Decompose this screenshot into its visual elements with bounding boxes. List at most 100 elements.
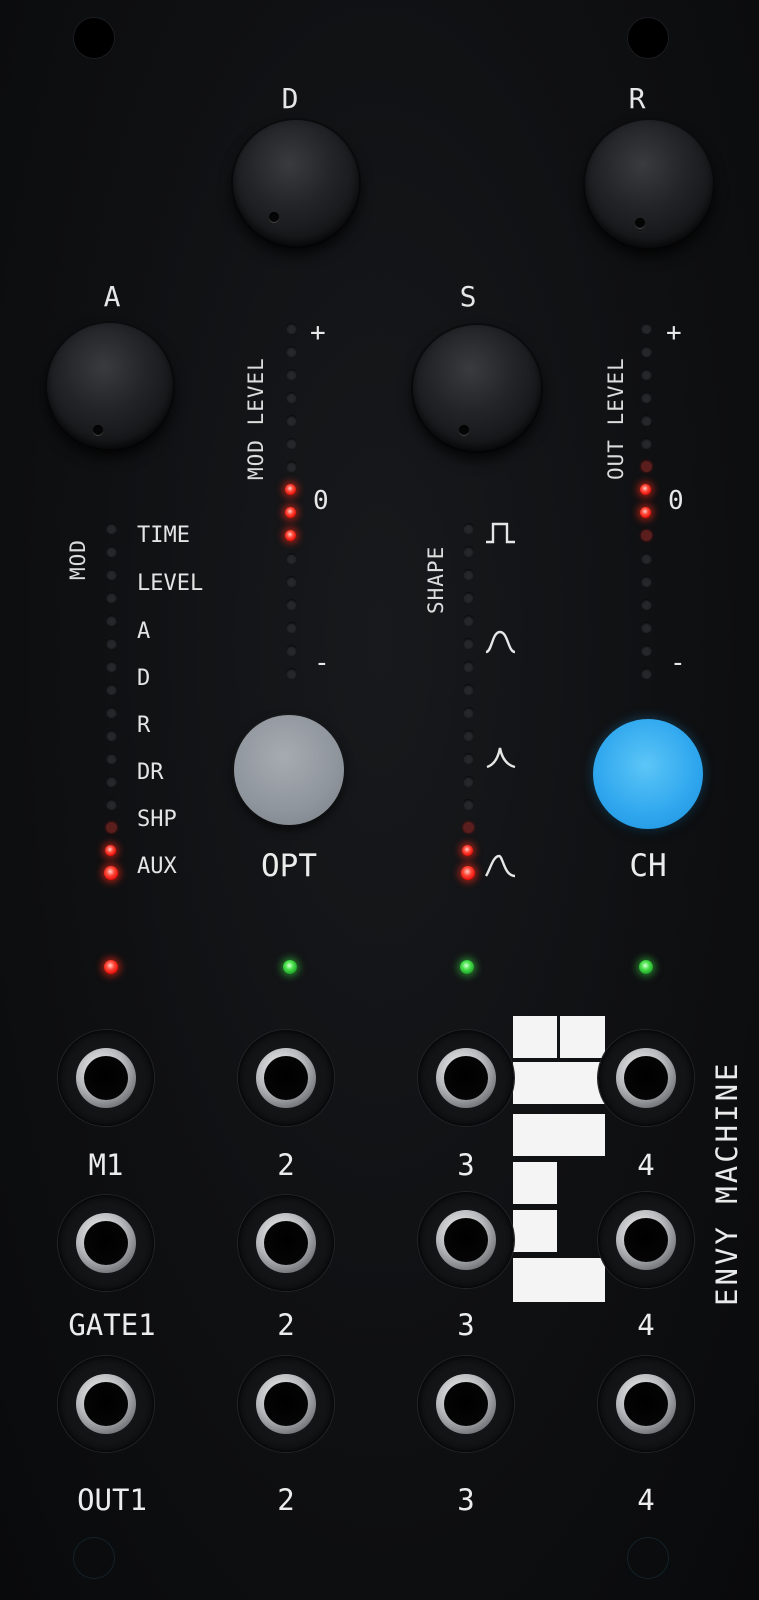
- gate-jack-4[interactable]: [598, 1192, 694, 1288]
- out-jack-3[interactable]: [418, 1356, 514, 1452]
- decay-knob[interactable]: [233, 120, 359, 246]
- mod-led: [105, 845, 116, 856]
- shape-led: [462, 845, 473, 856]
- out-level-led: [641, 369, 652, 380]
- ch-button[interactable]: [593, 719, 703, 829]
- mod-item-time: TIME: [137, 523, 190, 548]
- out-level-label: OUT LEVEL: [604, 357, 628, 480]
- jack-label-row3-4: 4: [637, 1483, 655, 1517]
- gate-jack-1[interactable]: [58, 1195, 154, 1291]
- out-level-led: [641, 599, 652, 610]
- gate-jack-2[interactable]: [238, 1195, 334, 1291]
- out-level-led: [641, 323, 652, 334]
- mod-level-led: [286, 323, 297, 334]
- out-level-led: [641, 461, 652, 472]
- shape-led: [463, 707, 474, 718]
- mod-led: [106, 569, 117, 580]
- mount-hole-bottom-right: [628, 1538, 668, 1578]
- out-level-led: [641, 553, 652, 564]
- out-level-led: [641, 438, 652, 449]
- out-level-minus: -: [670, 648, 686, 678]
- mod-led: [106, 822, 117, 833]
- release-knob[interactable]: [585, 120, 713, 248]
- mod-item-a: A: [137, 619, 151, 644]
- knob-label-r: R: [628, 82, 646, 115]
- shape-led: [463, 615, 474, 626]
- mod-led: [106, 799, 117, 810]
- out-level-led: [641, 576, 652, 587]
- mod-jack-2[interactable]: [238, 1030, 334, 1126]
- brand-name: ENVY MACHINE: [710, 1060, 744, 1306]
- peak-shape-icon: [486, 747, 516, 769]
- jack-label-row3-3: 3: [457, 1483, 475, 1517]
- mod-level-led: [286, 461, 297, 472]
- out-level-led: [640, 484, 651, 495]
- mod-level-led: [285, 530, 296, 541]
- mod-level-led: [286, 576, 297, 587]
- shape-led: [463, 776, 474, 787]
- shape-led: [463, 661, 474, 672]
- channel-2-led: [283, 960, 297, 974]
- mod-jack-3[interactable]: [418, 1030, 514, 1126]
- mod-level-led: [285, 507, 296, 518]
- mod-item-dr: DR: [137, 760, 164, 785]
- channel-3-led: [460, 960, 474, 974]
- mod-led: [106, 638, 117, 649]
- jack-label-row2-4: 4: [637, 1308, 655, 1342]
- opt-button[interactable]: [234, 715, 344, 825]
- mod-level-led: [285, 484, 296, 495]
- out-level-led: [640, 507, 651, 518]
- shape-led: [463, 638, 474, 649]
- knob-label-s: S: [459, 280, 477, 313]
- mod-level-plus: +: [310, 318, 326, 348]
- out-level-led: [641, 530, 652, 541]
- mod-item-level: LEVEL: [137, 571, 204, 596]
- jack-label-m1: M1: [88, 1148, 124, 1182]
- out-level-led: [641, 668, 652, 679]
- gate-jack-3[interactable]: [418, 1192, 514, 1288]
- knob-label-d: D: [281, 82, 299, 115]
- shape-led: [463, 753, 474, 764]
- mod-jack-4[interactable]: [598, 1030, 694, 1126]
- mod-led: [106, 546, 117, 557]
- square-shape-icon: [486, 522, 515, 544]
- module-panel: D R A S MOD LEVEL OUT LEVEL MOD SHAPE +: [0, 0, 759, 1600]
- mod-led: [106, 707, 117, 718]
- mod-level-led: [286, 668, 297, 679]
- jack-label-gate1: GATE1: [68, 1308, 156, 1342]
- attack-knob[interactable]: [47, 323, 173, 449]
- shape-led: [463, 592, 474, 603]
- mod-item-aux: AUX: [137, 854, 177, 879]
- mod-level-led: [286, 438, 297, 449]
- out-level-led: [641, 415, 652, 426]
- mod-level-led: [286, 645, 297, 656]
- channel-4-led: [639, 960, 653, 974]
- mod-level-zero: 0: [313, 486, 329, 516]
- channel-1-led: [104, 960, 118, 974]
- mod-level-led: [286, 369, 297, 380]
- out-level-zero: 0: [668, 486, 684, 516]
- mod-led: [104, 866, 118, 880]
- mod-level-led: [286, 553, 297, 564]
- mod-led: [106, 592, 117, 603]
- out-jack-2[interactable]: [238, 1356, 334, 1452]
- mod-led: [106, 615, 117, 626]
- jack-label-row1-4: 4: [637, 1148, 655, 1182]
- bell-shape-icon: [485, 630, 516, 654]
- out-jack-1[interactable]: [58, 1356, 154, 1452]
- sustain-knob[interactable]: [413, 325, 541, 451]
- jack-label-row2-3: 3: [457, 1308, 475, 1342]
- shape-led: [463, 799, 474, 810]
- out-jack-4[interactable]: [598, 1356, 694, 1452]
- mod-jack-1[interactable]: [58, 1030, 154, 1126]
- out-level-led: [641, 645, 652, 656]
- mod-label: MOD: [66, 539, 90, 580]
- out-level-led: [641, 346, 652, 357]
- knob-label-a: A: [103, 280, 121, 313]
- opt-button-label: OPT: [261, 848, 317, 884]
- shape-led: [463, 684, 474, 695]
- out-level-plus: +: [666, 318, 682, 348]
- shape-led: [463, 546, 474, 557]
- mod-led: [106, 730, 117, 741]
- mod-level-led: [286, 346, 297, 357]
